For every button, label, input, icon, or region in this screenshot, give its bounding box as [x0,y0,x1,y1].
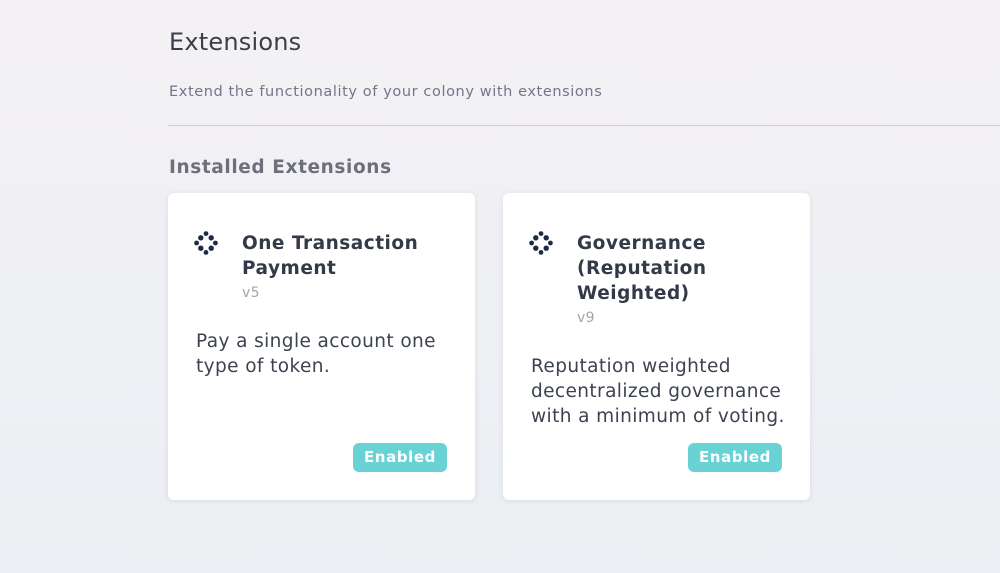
extension-version: v5 [242,285,260,301]
installed-extensions-heading: Installed Extensions [169,157,392,178]
status-badge: Enabled [352,443,447,472]
extension-description: Reputation weighted decentralized govern… [531,356,785,427]
status-badge: Enabled [687,443,782,472]
extension-name: Governance (Reputation Weighted) v9 [577,231,777,328]
extension-name-text: Governance (Reputation Weighted) [577,233,707,304]
extension-name-text: One Transaction Payment [242,233,419,279]
extension-description: Pay a single account one type of token. [196,331,436,377]
extension-card-one-transaction-payment[interactable]: One Transaction Payment v5 Pay a single … [168,193,475,500]
extension-version: v9 [577,310,595,326]
extension-card-governance[interactable]: Governance (Reputation Weighted) v9 Repu… [503,193,810,500]
colony-logo-icon [194,231,218,255]
page-title: Extensions [169,28,302,56]
extension-name: One Transaction Payment v5 [242,231,442,303]
colony-logo-icon [529,231,553,255]
header-divider [168,125,1000,126]
page-subtitle: Extend the functionality of your colony … [169,84,603,100]
